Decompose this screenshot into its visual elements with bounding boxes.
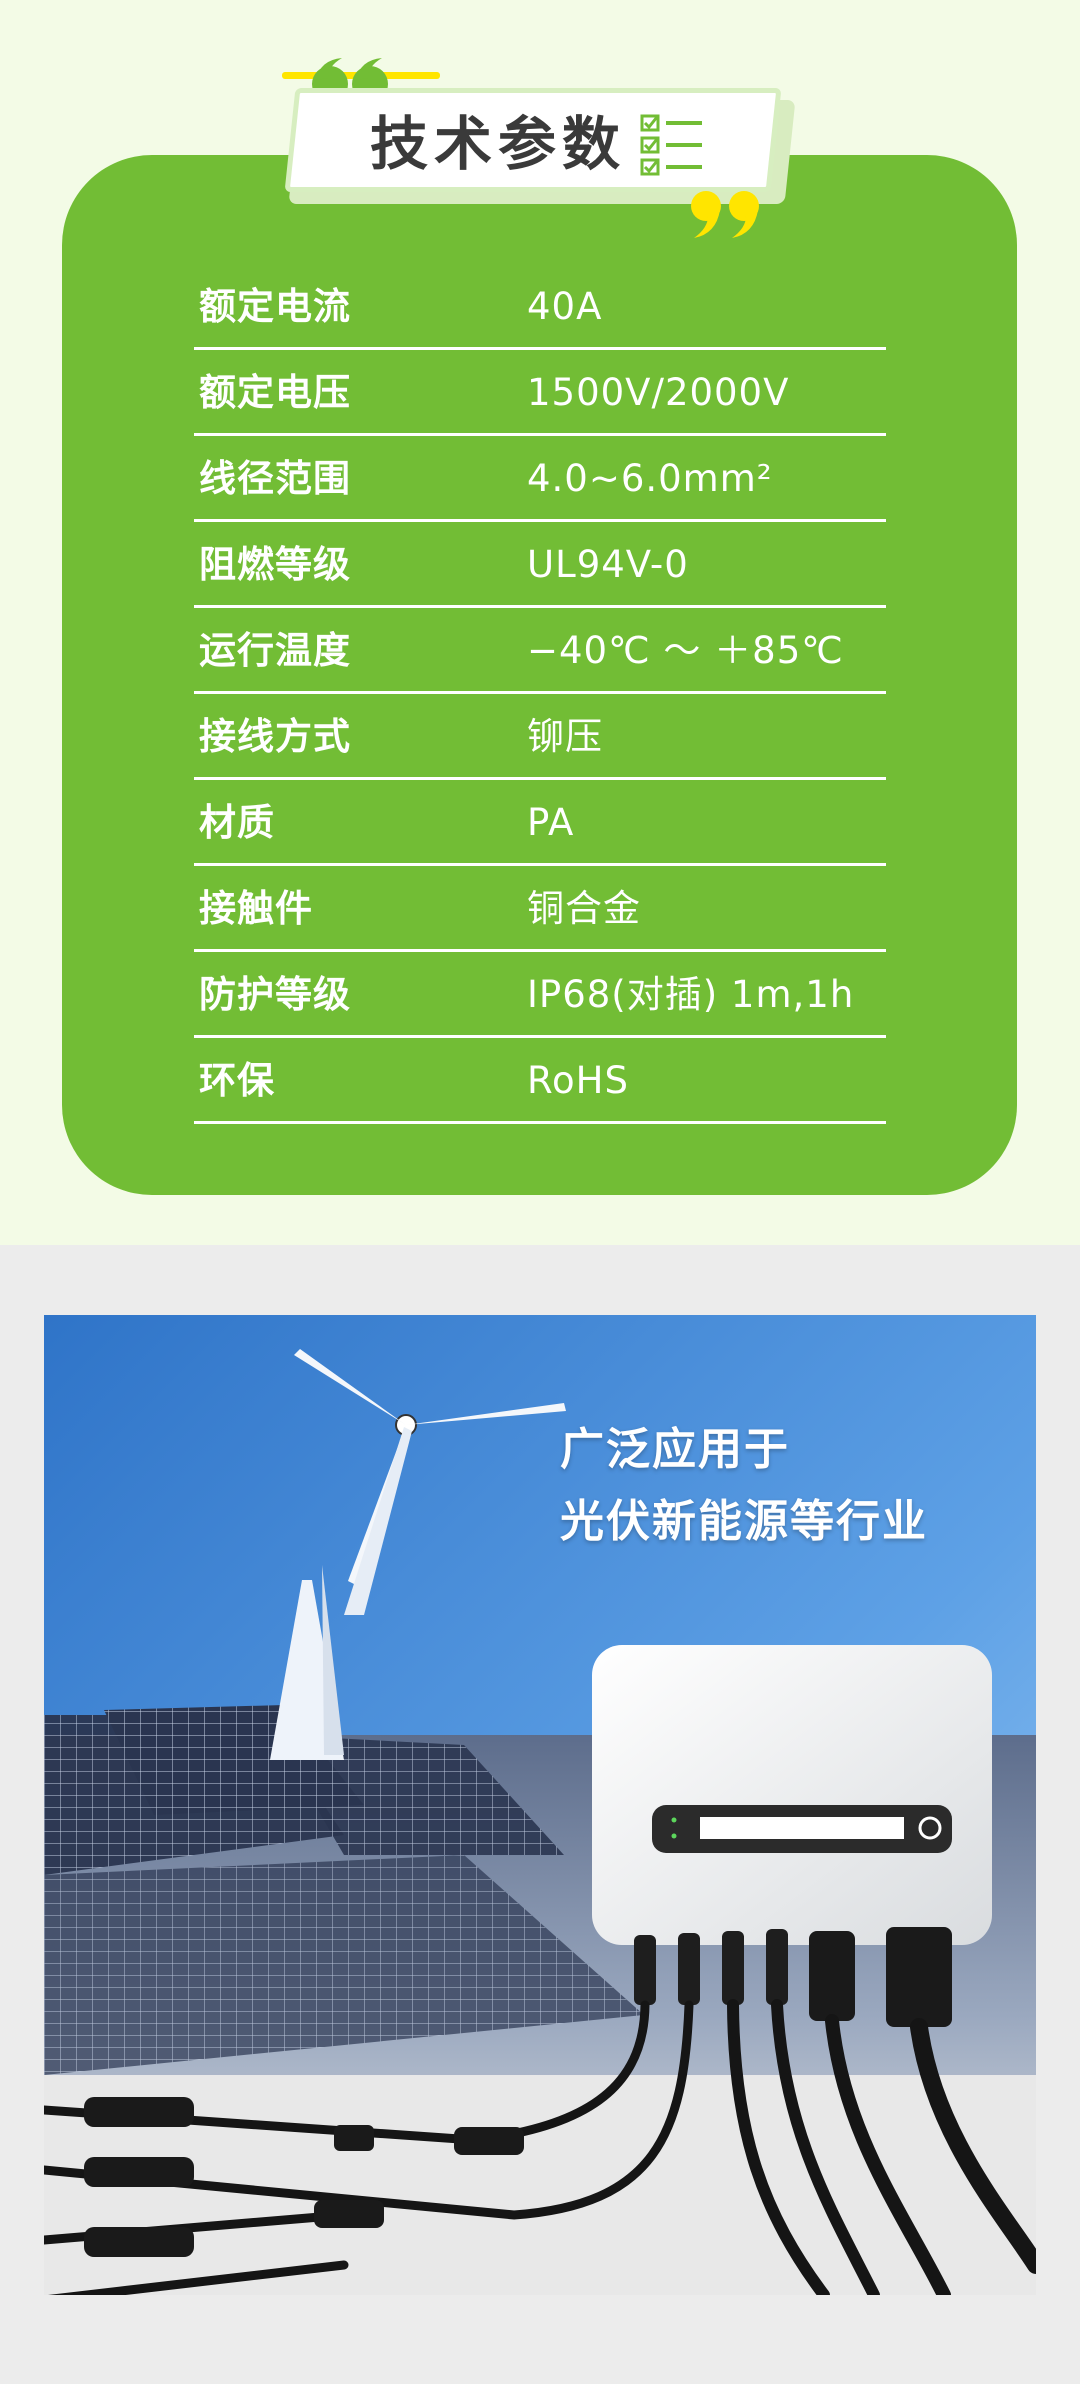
spec-label: 接线方式 (199, 715, 351, 758)
spec-row-operating-temp: 运行温度 −40℃ ～ ＋85℃ (194, 608, 886, 694)
spec-label: 环保 (199, 1059, 275, 1102)
spec-label: 运行温度 (199, 629, 351, 672)
tagline-line2: 光伏新能源等行业 (560, 1496, 928, 1547)
spec-label: 线径范围 (199, 457, 351, 500)
spec-label: 额定电压 (199, 371, 351, 414)
spec-row-wiring-method: 接线方式 铆压 (194, 694, 886, 780)
spec-value: 铜合金 (527, 887, 641, 930)
spec-label: 额定电流 (199, 285, 351, 328)
spec-row-rated-current: 额定电流 40A (194, 264, 886, 350)
application-section: 广泛应用于 光伏新能源等行业 (0, 1245, 1080, 2384)
spec-value: 4.0~6.0mm² (527, 457, 773, 500)
spec-section: 技术参数 额定电流 40A 额定电压 1500V/2000V 线径范围 4.0~… (0, 0, 1080, 1245)
checklist-icon (640, 114, 702, 176)
row-divider (194, 1121, 886, 1124)
spec-value: IP68(对插) 1m,1h (527, 973, 855, 1016)
spec-row-flame-rating: 阻燃等级 UL94V-0 (194, 522, 886, 608)
application-photo (44, 1315, 1036, 2295)
page-title: 技术参数 (370, 110, 627, 178)
spec-value: 铆压 (527, 715, 603, 758)
spec-label: 阻燃等级 (199, 543, 351, 586)
spec-row-wire-range: 线径范围 4.0~6.0mm² (194, 436, 886, 522)
spec-value: RoHS (527, 1059, 629, 1102)
spec-value: UL94V-0 (527, 543, 689, 586)
spec-label: 接触件 (199, 887, 313, 930)
spec-label: 防护等级 (199, 973, 351, 1016)
tagline-line1: 广泛应用于 (560, 1424, 790, 1475)
spec-row-protection: 防护等级 IP68(对插) 1m,1h (194, 952, 886, 1038)
spec-value: −40℃ ～ ＋85℃ (527, 629, 844, 672)
spec-row-material: 材质 PA (194, 780, 886, 866)
spec-value: PA (527, 801, 575, 844)
spec-row-environmental: 环保 RoHS (194, 1038, 886, 1124)
spec-value: 1500V/2000V (527, 371, 790, 414)
spec-row-rated-voltage: 额定电压 1500V/2000V (194, 350, 886, 436)
spec-value: 40A (527, 285, 603, 328)
quote-close-icon (691, 191, 759, 238)
application-illustration (44, 1315, 1036, 2295)
spec-row-contact: 接触件 铜合金 (194, 866, 886, 952)
spec-label: 材质 (199, 801, 275, 844)
